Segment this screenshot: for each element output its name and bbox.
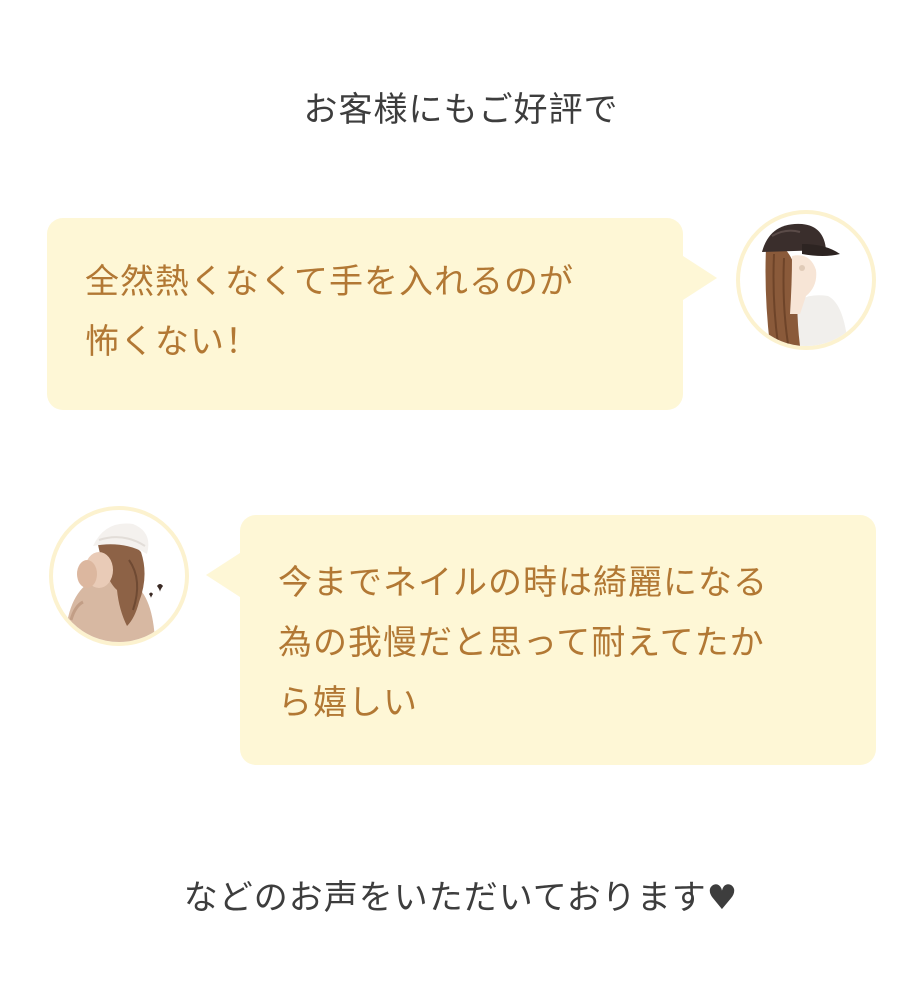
speech-bubble-1: 全然熱くなくて手を入れるのが 怖くない！ (47, 218, 683, 410)
speech-bubble-tail-right (683, 256, 717, 300)
speech-bubble-2: 今までネイルの時は綺麗になる 為の我慢だと思って耐えてたか ら嬉しい (240, 515, 876, 765)
woman-in-cap-illustration-icon (762, 223, 848, 346)
woman-in-knit-hat-illustration-icon (65, 523, 163, 642)
closing-message: などのお声をいただいております♥ (183, 878, 739, 918)
section-heading: お客様にもご好評で (303, 90, 619, 130)
speech-bubble-tail-left (206, 553, 240, 597)
avatar-woman-in-knit-hat (49, 506, 189, 646)
avatar-woman-in-cap (736, 210, 876, 350)
